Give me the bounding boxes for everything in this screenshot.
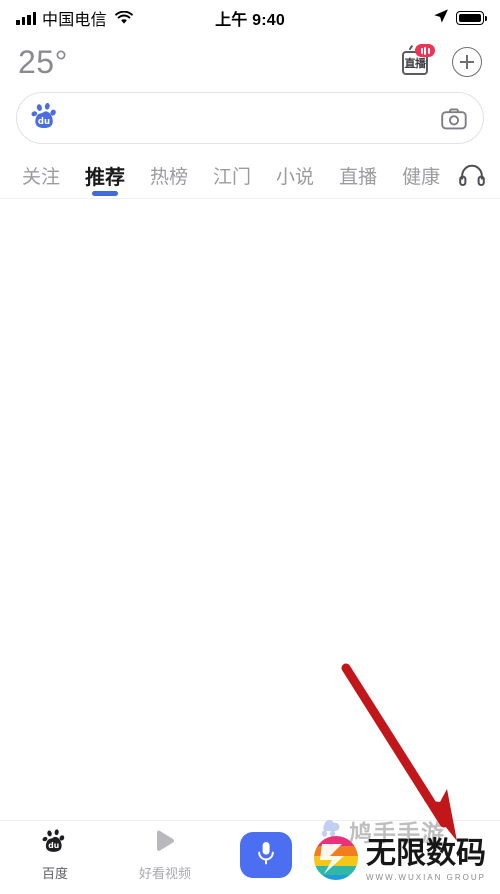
tab-label: 直播 [339, 166, 378, 188]
live-broadcast-button[interactable]: 直播 [400, 44, 435, 77]
tab-label: 推荐 [85, 166, 126, 189]
tab-jiangmen[interactable]: 江门 [205, 155, 259, 195]
svg-text:du: du [48, 841, 59, 850]
watermark-main: 无限数码 WWW.WUXIAN GROUP [312, 834, 486, 887]
search-input[interactable] [61, 109, 441, 127]
tab-xiaoshuo[interactable]: 小说 [268, 155, 322, 195]
bottom-nav-baidu[interactable]: du 百度 [0, 828, 110, 882]
tab-jiankang[interactable]: 健康 [394, 155, 448, 195]
watermark-main-title: 无限数码 [366, 836, 486, 871]
svg-text:du: du [38, 117, 50, 127]
tab-zhibo[interactable]: 直播 [331, 155, 385, 195]
bottom-nav-haokan-video[interactable]: 好看视频 [110, 828, 220, 882]
tab-label: 热榜 [150, 166, 189, 188]
cellular-signal-icon [16, 11, 36, 25]
temperature-label: 25° [18, 44, 68, 80]
live-bars-badge-icon [415, 44, 435, 57]
bottom-nav-label: 百度 [41, 866, 68, 881]
tab-label: 关注 [22, 166, 61, 188]
status-bar-left: 中国电信 [16, 6, 133, 30]
app-header: 25° 直播 [0, 36, 500, 88]
tab-label: 健康 [402, 166, 441, 188]
carrier-label: 中国电信 [42, 12, 107, 29]
watermark-main-subtitle: WWW.WUXIAN GROUP [366, 873, 486, 882]
tab-tuijian[interactable]: 推荐 [77, 155, 133, 196]
tab-guanzhu[interactable]: 关注 [14, 155, 68, 195]
search-bar-container: du [0, 88, 500, 144]
baidu-paw-icon: du [42, 828, 69, 859]
microphone-icon [255, 840, 277, 871]
tab-rebang[interactable]: 热榜 [142, 155, 196, 195]
voice-search-button[interactable] [240, 832, 292, 878]
camera-icon[interactable] [441, 107, 467, 129]
tab-label: 江门 [213, 166, 252, 188]
wifi-icon [114, 10, 133, 25]
status-bar-right [433, 8, 487, 29]
status-bar: 中国电信 上午 9:40 [0, 0, 500, 36]
colorful-circle-zigzag-logo-icon [312, 834, 360, 887]
headphones-icon[interactable] [458, 163, 486, 187]
play-triangle-icon [151, 828, 179, 859]
baidu-paw-logo-icon: du [31, 102, 61, 135]
battery-full-icon [456, 11, 487, 25]
search-bar[interactable]: du [16, 92, 484, 144]
active-tab-indicator [92, 191, 119, 196]
feed-content-area [0, 199, 500, 799]
location-arrow-icon [433, 8, 449, 29]
phone-screen: 中国电信 上午 9:40 25° 直播 du 关注 推荐 热榜 江门 小说 直播… [0, 0, 500, 889]
tab-label: 小说 [276, 166, 315, 188]
bottom-nav-label: 好看视频 [138, 866, 191, 881]
add-button[interactable] [452, 47, 482, 77]
header-actions: 直播 [400, 44, 482, 77]
category-tabs: 关注 推荐 热榜 江门 小说 直播 健康 [0, 144, 500, 198]
